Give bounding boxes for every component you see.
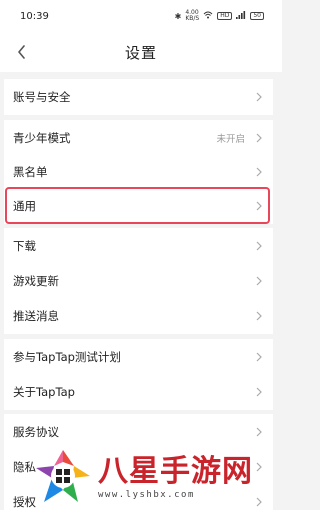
row-label: 黑名单 — [13, 165, 48, 179]
chevron-right-icon — [255, 351, 263, 363]
row-label: 推送消息 — [13, 309, 59, 323]
settings-row-general[interactable]: 通用 — [4, 188, 273, 224]
row-label: 关于TapTap — [13, 385, 75, 399]
row-label: 参与TapTap测试计划 — [13, 350, 121, 364]
watermark-title: 八星手游网 — [98, 454, 253, 489]
header: 设置 — [0, 32, 282, 72]
row-label: 服务协议 — [13, 425, 59, 439]
row-label: 下载 — [13, 239, 36, 253]
chevron-right-icon — [255, 310, 263, 322]
settings-row-service-agreement[interactable]: 服务协议 — [4, 414, 273, 450]
settings-row-push-messages[interactable]: 推送消息 — [4, 298, 273, 334]
row-label: 青少年模式 — [13, 131, 71, 145]
status-bar: 10:39 ✱ 4.00 KB/S HD 50 — [0, 0, 282, 32]
watermark-url: www.lyshbx.com — [98, 490, 253, 500]
watermark: 八星手游网 www.lyshbx.com — [32, 446, 278, 508]
chevron-right-icon — [255, 275, 263, 287]
settings-row-about[interactable]: 关于TapTap — [4, 374, 273, 410]
status-time: 10:39 — [20, 10, 49, 22]
battery-icon: 50 — [250, 12, 264, 20]
settings-row-test-plan[interactable]: 参与TapTap测试计划 — [4, 339, 273, 375]
settings-row-teen-mode[interactable]: 青少年模式 未开启 — [4, 120, 273, 156]
settings-row-account-security[interactable]: 账号与安全 — [4, 79, 273, 115]
settings-row-game-updates[interactable]: 游戏更新 — [4, 263, 273, 299]
chevron-right-icon — [255, 426, 263, 438]
chevron-right-icon — [255, 200, 263, 212]
chevron-right-icon — [255, 166, 263, 178]
hd-icon: HD — [217, 12, 233, 20]
page-title: 设置 — [124, 43, 157, 62]
watermark-text: 八星手游网 www.lyshbx.com — [98, 454, 253, 500]
status-icons: ✱ 4.00 KB/S HD 50 — [175, 10, 264, 22]
chevron-right-icon — [255, 91, 263, 103]
wifi-icon — [203, 11, 213, 21]
chevron-right-icon — [255, 240, 263, 252]
teen-mode-status: 未开启 — [216, 134, 245, 145]
network-speed-icon: 4.00 KB/S — [185, 9, 200, 22]
chevron-right-icon — [255, 386, 263, 398]
row-label: 游戏更新 — [13, 274, 59, 288]
settings-row-download[interactable]: 下载 — [4, 228, 273, 264]
row-label: 账号与安全 — [13, 90, 71, 104]
watermark-logo — [32, 446, 94, 508]
chevron-left-icon[interactable] — [12, 42, 30, 62]
row-label: 通用 — [13, 199, 36, 213]
bluetooth-icon: ✱ — [174, 11, 182, 21]
settings-row-blacklist[interactable]: 黑名单 — [4, 154, 273, 190]
signal-icon — [236, 11, 246, 21]
chevron-right-icon — [255, 132, 263, 144]
